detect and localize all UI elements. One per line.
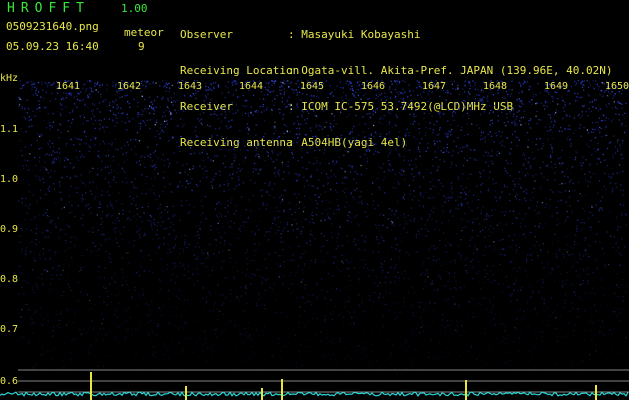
khz-label: kHz: [0, 73, 19, 84]
spectrogram[interactable]: 1641 1642 1643 1644 1645 1646 1647 1648 1649 1650…: [0, 72, 629, 400]
time-tick-label: 1650: [605, 81, 629, 92]
freq-tick-label: 0.7: [0, 324, 18, 335]
time-tick-label: 1642: [117, 81, 141, 92]
time-tick-label: 1646: [361, 81, 385, 92]
signal-trace: [0, 372, 629, 400]
freq-tick-label: 1.1: [0, 124, 18, 135]
time-tick-label: 1648: [483, 81, 507, 92]
time-tick-label: 1649: [544, 81, 568, 92]
capture-datetime: 05.09.23 16:40: [6, 40, 99, 53]
time-tick-label: 1641: [56, 81, 80, 92]
signal-trace-line: [0, 391, 629, 397]
spectrogram-noise: [18, 80, 628, 372]
freq-tick-label: 0.9: [0, 224, 18, 235]
time-tick-label: 1645: [300, 81, 324, 92]
observer-label: Observer: [180, 28, 233, 41]
app-name: HROFFT: [7, 1, 90, 16]
time-tick-label: 1647: [422, 81, 446, 92]
time-tick-label: 1644: [239, 81, 263, 92]
freq-tick-label: 1.0: [0, 174, 18, 185]
meteor-label: meteor: [124, 26, 164, 39]
time-tick-label: 1643: [178, 81, 202, 92]
freq-tick-label: 0.8: [0, 274, 18, 285]
app-version: 1.00: [121, 2, 148, 15]
freq-tick-label: 0.6: [0, 376, 18, 387]
file-name: 0509231640.png: [6, 20, 99, 33]
observer-value: : Masayuki Kobayashi: [288, 28, 421, 41]
meteor-count: 9: [138, 40, 145, 53]
